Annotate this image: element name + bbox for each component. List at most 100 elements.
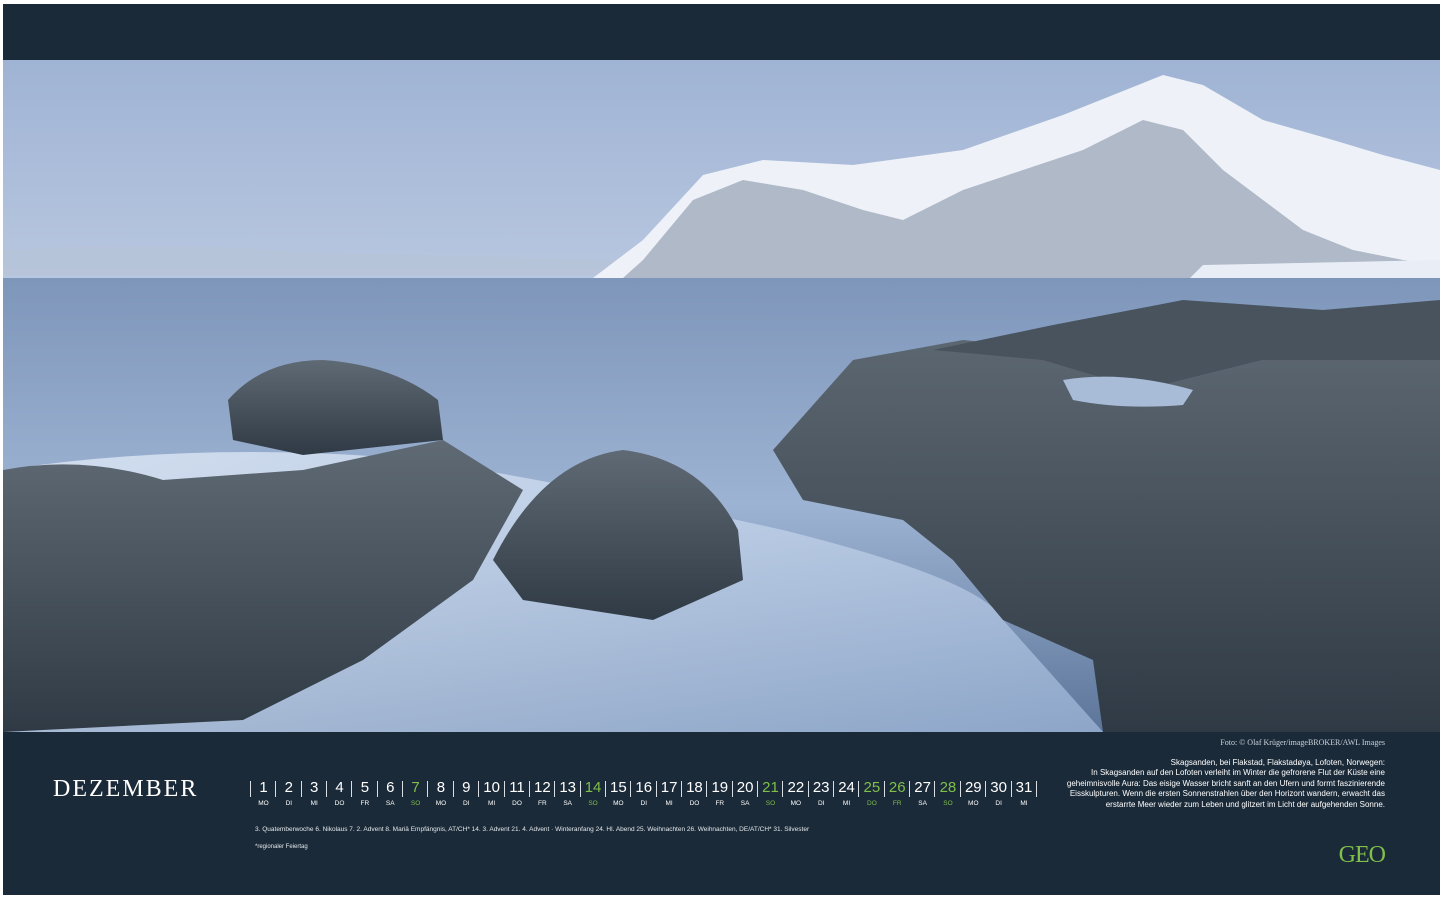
weekday-label: MI bbox=[310, 800, 318, 807]
day-number: 19 bbox=[711, 779, 729, 796]
weekday-label: MO bbox=[790, 800, 802, 807]
day-cell: 6 SA bbox=[378, 779, 403, 809]
day-cell: 29 MO bbox=[961, 779, 986, 809]
photo-credit: Foto: © Olaf Krüger/imageBROKER/AWL Imag… bbox=[1220, 738, 1385, 747]
weekday-label: SO bbox=[943, 800, 953, 807]
day-number: 13 bbox=[559, 779, 577, 796]
weekday-label: MO bbox=[968, 800, 979, 807]
day-cell: 28 SO bbox=[935, 779, 960, 809]
day-number: 31 bbox=[1015, 779, 1033, 796]
day-cell: 19 FR bbox=[707, 779, 732, 809]
caption-body: In Skagsanden auf den Lofoten verleiht i… bbox=[1066, 768, 1385, 809]
calendar-page: Foto: © Olaf Krüger/imageBROKER/AWL Imag… bbox=[3, 4, 1440, 895]
weekday-label: MO bbox=[258, 800, 269, 807]
weekday-label: FR bbox=[892, 800, 902, 807]
weekday-label: MI bbox=[842, 800, 851, 807]
month-title: DEZEMBER bbox=[53, 776, 199, 802]
day-cell: 2 DI bbox=[276, 779, 301, 809]
weekday-label: DO bbox=[334, 800, 345, 807]
day-number: 2 bbox=[284, 779, 294, 796]
day-number: 25 bbox=[863, 779, 881, 796]
day-cell: 24 MI bbox=[834, 779, 859, 809]
day-cell: 15 MO bbox=[606, 779, 631, 809]
day-number: 18 bbox=[686, 779, 703, 796]
day-cell: 11 DO bbox=[505, 779, 530, 809]
day-number: 21 bbox=[762, 779, 779, 796]
weekday-label: SO bbox=[588, 800, 598, 807]
day-number: 28 bbox=[939, 779, 957, 796]
day-cell: 17 MI bbox=[657, 779, 682, 809]
day-cell: 31 MI bbox=[1012, 779, 1037, 809]
day-number: 27 bbox=[914, 779, 931, 796]
day-number: 8 bbox=[436, 779, 446, 796]
weekday-label: DO bbox=[867, 800, 877, 807]
day-number: 4 bbox=[335, 779, 344, 796]
day-number: 12 bbox=[534, 779, 551, 796]
day-cell: 12 FR bbox=[530, 779, 555, 809]
day-cell: 16 DI bbox=[631, 779, 656, 809]
weekday-label: MI bbox=[488, 800, 496, 807]
day-cell: 5 FR bbox=[352, 779, 377, 809]
day-cell: 13 SA bbox=[555, 779, 580, 809]
weekday-label: DI bbox=[285, 800, 293, 807]
landscape-photo bbox=[3, 60, 1440, 732]
holiday-list: 3. Quatemberwoche 6. Nikolaus 7. 2. Adve… bbox=[255, 826, 810, 833]
day-cell: 21 SO bbox=[758, 779, 783, 809]
day-number: 23 bbox=[812, 779, 830, 796]
day-cell: 8 MO bbox=[428, 779, 453, 809]
day-number: 20 bbox=[736, 779, 754, 796]
day-number: 11 bbox=[509, 779, 525, 796]
day-cell: 23 DI bbox=[809, 779, 834, 809]
weekday-label: MI bbox=[665, 800, 673, 807]
day-cell: 27 SA bbox=[910, 779, 935, 809]
day-number: 1 bbox=[259, 779, 268, 796]
day-cell: 20 SA bbox=[733, 779, 758, 809]
weekday-label: MI bbox=[1020, 800, 1028, 807]
weekday-label: MO bbox=[613, 800, 624, 807]
day-cell: 4 DO bbox=[327, 779, 352, 809]
weekday-label: SO bbox=[410, 800, 421, 807]
day-number: 6 bbox=[386, 779, 395, 796]
weekday-label: DI bbox=[463, 800, 470, 807]
day-number: 17 bbox=[660, 779, 678, 796]
day-number: 15 bbox=[610, 779, 627, 796]
caption-title: Skagsanden, bei Flakstad, Flakstadøya, L… bbox=[1170, 758, 1385, 767]
weekday-label: FR bbox=[360, 800, 370, 807]
day-number: 3 bbox=[310, 779, 319, 796]
day-number: 9 bbox=[462, 779, 471, 796]
weekday-label: SA bbox=[563, 800, 573, 807]
day-cell: 7 SO bbox=[403, 779, 428, 809]
day-cell: 30 DI bbox=[986, 779, 1011, 809]
weekday-label: MO bbox=[435, 800, 447, 807]
day-strip: 1 MO 2 DI 3 MI 4 DO 5 FR 6 SA 7 SO 8 MO 9 DI 10 MI 11 DO 12 FR 1… bbox=[250, 779, 1040, 815]
weekday-label: DO bbox=[512, 800, 522, 807]
holiday-footnote: *regionaler Feiertag bbox=[255, 844, 308, 850]
day-number: 26 bbox=[888, 779, 906, 796]
weekday-label: SA bbox=[740, 800, 750, 807]
day-number: 7 bbox=[411, 779, 420, 796]
day-cell: 22 MO bbox=[783, 779, 808, 809]
weekday-label: SA bbox=[385, 800, 395, 807]
day-cell: 3 MI bbox=[302, 779, 327, 809]
day-number: 14 bbox=[584, 779, 602, 796]
day-separator bbox=[1035, 781, 1037, 797]
day-number: 24 bbox=[838, 779, 855, 796]
weekday-label: DI bbox=[640, 800, 648, 807]
day-number: 16 bbox=[635, 779, 653, 796]
day-cell: 25 DO bbox=[859, 779, 884, 809]
day-cell: 10 MI bbox=[479, 779, 504, 809]
weekday-label: DI bbox=[995, 800, 1002, 807]
day-cell: 18 DO bbox=[682, 779, 707, 809]
day-cell: 14 SO bbox=[581, 779, 606, 809]
photo-caption: Skagsanden, bei Flakstad, Flakstadøya, L… bbox=[1045, 758, 1385, 810]
day-cell: 1 MO bbox=[251, 779, 276, 809]
day-number: 22 bbox=[787, 779, 805, 796]
day-number: 29 bbox=[964, 779, 982, 796]
weekday-label: DI bbox=[817, 800, 825, 807]
geo-logo: GEO bbox=[1338, 842, 1386, 868]
weekday-label: FR bbox=[715, 800, 725, 807]
day-number: 5 bbox=[360, 779, 370, 796]
day-number: 30 bbox=[990, 779, 1007, 796]
day-cell: 26 FR bbox=[885, 779, 910, 809]
weekday-label: SA bbox=[918, 800, 927, 807]
